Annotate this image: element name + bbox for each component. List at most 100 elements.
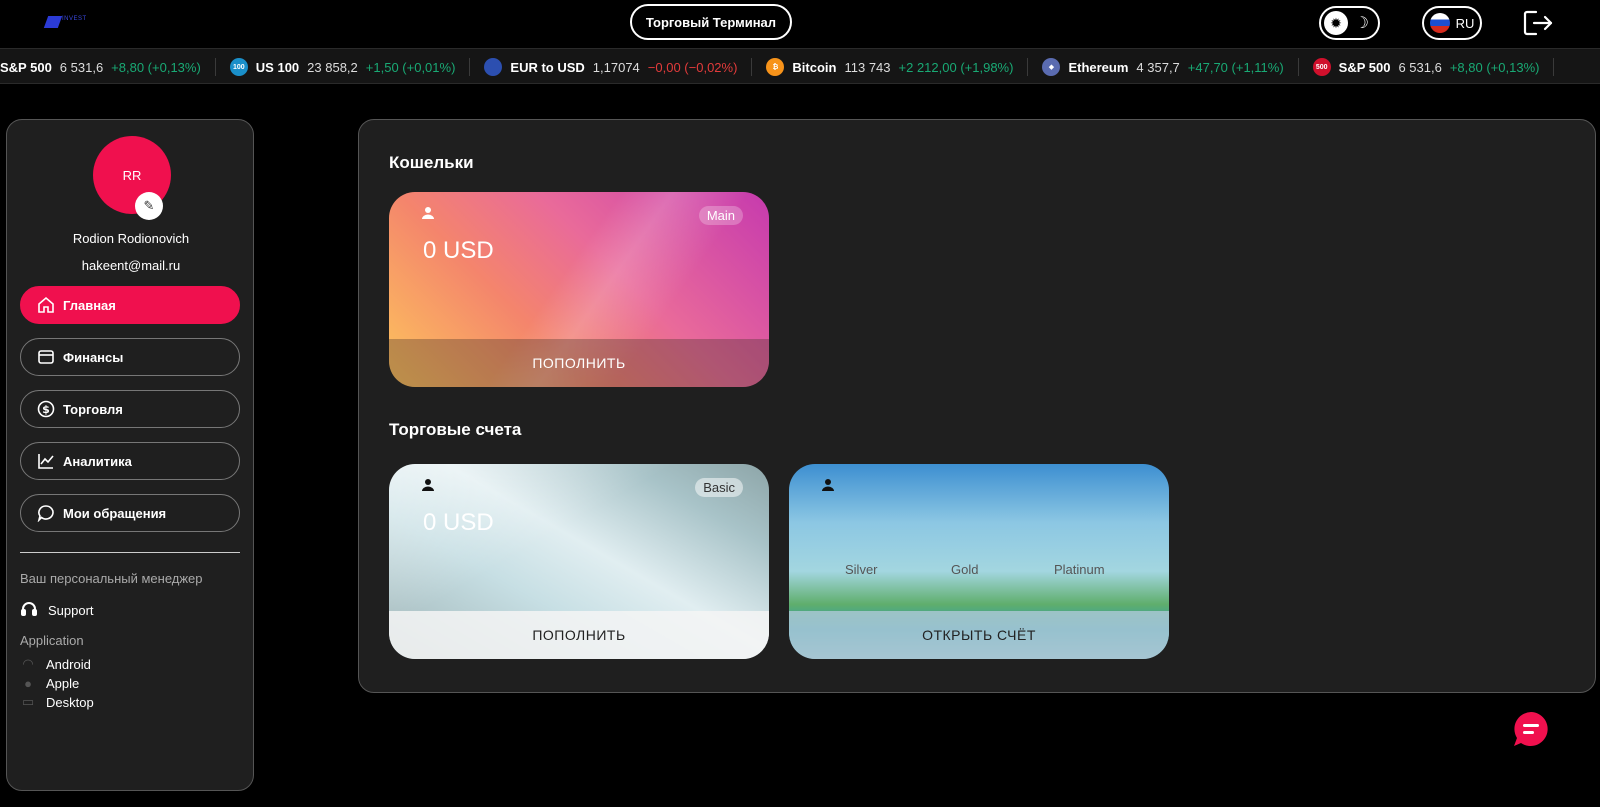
nav-label: Торговля — [63, 401, 123, 417]
asset-price: 113 743 — [844, 59, 891, 75]
basic-account-card[interactable]: Basic 0 USD ПОПОЛНИТЬ — [389, 464, 769, 659]
asset-name: Bitcoin — [792, 59, 837, 75]
home-icon — [37, 296, 55, 314]
android-icon: ◠ — [22, 656, 34, 671]
logo-text: INVEST — [62, 16, 87, 22]
nav-item-trading[interactable]: $ Торговля — [20, 390, 240, 428]
theme-toggle[interactable]: ✹ ☽ — [1319, 6, 1380, 40]
logout-button[interactable] — [1522, 9, 1554, 37]
account-badge: Basic — [695, 478, 743, 497]
russia-flag-icon — [1429, 13, 1450, 33]
asset-price: 6 531,6 — [59, 59, 104, 75]
sun-icon: ✹ — [1324, 11, 1348, 35]
tier-gold[interactable]: Gold — [951, 562, 978, 577]
asset-name: EUR to USD — [510, 59, 585, 75]
dollar-icon: $ — [37, 400, 55, 418]
chat-bubble-icon — [37, 504, 55, 522]
main-panel: Кошельки Main 0 USD ПОПОЛНИТЬ Торговые с… — [358, 119, 1596, 693]
nav-label: Финансы — [63, 349, 124, 365]
headset-icon — [20, 600, 38, 621]
asset-change: +2 212,00 (+1,98%) — [898, 59, 1014, 75]
android-link[interactable]: ◠ Android — [20, 656, 91, 672]
wallet-icon — [37, 348, 55, 366]
asset-name: S&P 500 — [1338, 59, 1391, 75]
app-label: Desktop — [46, 694, 94, 710]
deposit-button[interactable]: ПОПОЛНИТЬ — [389, 339, 769, 387]
ticker-item[interactable]: 500 S&P 500 6 531,6 +8,80 (+0,13%) — [1299, 58, 1555, 76]
nav-label: Аналитика — [63, 453, 132, 469]
user-name: Rodion Rodionovich — [72, 231, 190, 246]
logo[interactable]: INVEST — [43, 14, 92, 32]
divider — [20, 552, 240, 553]
nav-label: Мои обращения — [63, 505, 167, 521]
user-email: hakeent@mail.ru — [81, 258, 181, 273]
asset-icon: 100 — [229, 58, 248, 76]
asset-price: 4 357,7 — [1136, 59, 1180, 75]
logo-mark — [43, 16, 63, 28]
wallet-balance: 0 USD — [423, 237, 494, 264]
asset-change: −0,00 (−0,02%) — [647, 59, 738, 75]
ticker-item[interactable]: ₿ Bitcoin 113 743 +2 212,00 (+1,98%) — [752, 58, 1029, 76]
chat-icon — [1514, 712, 1548, 746]
asset-name: US 100 — [255, 59, 300, 75]
sidebar: RR ✎ Rodion Rodionovich hakeent@mail.ru … — [6, 119, 254, 791]
application-label: Application — [20, 633, 84, 648]
asset-change: +8,80 (+0,13%) — [1449, 59, 1540, 75]
app-label: Android — [46, 656, 91, 672]
market-ticker: S&P 500 6 531,6 +8,80 (+0,13%) 100 US 100 23 … — [0, 48, 1600, 84]
nav-item-finance[interactable]: Финансы — [20, 338, 240, 376]
asset-icon: ₿ — [766, 58, 785, 76]
trading-terminal-button[interactable]: Торговый Терминал — [630, 4, 792, 40]
support-link[interactable]: Support — [20, 600, 94, 621]
nav-item-home[interactable]: Главная — [20, 286, 240, 324]
pencil-icon: ✎ — [143, 198, 155, 213]
desktop-link[interactable]: ▭ Desktop — [20, 694, 94, 710]
open-account-button[interactable]: ОТКРЫТЬ СЧЁТ — [789, 611, 1169, 659]
moon-icon: ☽ — [1354, 15, 1369, 32]
asset-price: 1,17074 — [592, 59, 640, 75]
top-bar: INVEST Торговый Терминал ✹ ☽ RU — [0, 0, 1600, 46]
apple-link[interactable]: ● Apple — [20, 675, 79, 691]
chat-button[interactable] — [1512, 710, 1550, 748]
svg-text:$: $ — [42, 403, 50, 416]
asset-change: +1,50 (+0,01%) — [365, 59, 456, 75]
ticker-item[interactable]: S&P 500 6 531,6 +8,80 (+0,13%) — [0, 58, 216, 76]
account-balance: 0 USD — [423, 509, 494, 536]
nav-label: Главная — [63, 297, 116, 313]
apple-icon: ● — [24, 675, 32, 691]
ticker-item[interactable]: EUR to USD 1,17074 −0,00 (−0,02%) — [470, 58, 753, 76]
manager-label: Ваш персональный менеджер — [20, 571, 203, 586]
user-icon — [422, 479, 434, 491]
asset-price: 23 858,2 — [307, 59, 358, 75]
chart-icon — [37, 452, 55, 470]
ticker-item[interactable]: 100 US 100 23 858,2 +1,50 (+0,01%) — [216, 58, 471, 76]
asset-change: +47,70 (+1,11%) — [1187, 59, 1284, 75]
wallet-badge: Main — [698, 206, 743, 225]
asset-price: 6 531,6 — [1398, 59, 1442, 75]
user-icon — [822, 479, 834, 491]
main-wallet-card[interactable]: Main 0 USD ПОПОЛНИТЬ — [389, 192, 769, 387]
ticker-item[interactable]: ◆ Ethereum 4 357,7 +47,70 (+1,11%) — [1028, 58, 1299, 76]
tier-platinum[interactable]: Platinum — [1054, 562, 1105, 577]
desktop-icon: ▭ — [21, 694, 35, 709]
asset-icon: 500 — [1312, 58, 1331, 76]
asset-icon — [484, 58, 503, 76]
language-button[interactable]: RU — [1422, 6, 1482, 40]
trading-accounts-title: Торговые счета — [389, 420, 522, 439]
open-account-card[interactable]: Silver Gold Platinum ОТКРЫТЬ СЧЁТ — [789, 464, 1169, 659]
edit-avatar-button[interactable]: ✎ — [135, 192, 163, 220]
user-icon — [422, 207, 434, 219]
wallets-title: Кошельки — [389, 153, 474, 172]
tier-silver[interactable]: Silver — [845, 562, 878, 577]
deposit-button[interactable]: ПОПОЛНИТЬ — [389, 611, 769, 659]
asset-change: +8,80 (+0,13%) — [111, 59, 201, 75]
asset-name: S&P 500 — [0, 59, 52, 75]
app-label: Apple — [46, 675, 80, 691]
nav-item-analytics[interactable]: Аналитика — [20, 442, 240, 480]
nav-item-requests[interactable]: Мои обращения — [20, 494, 240, 532]
asset-icon: ◆ — [1042, 58, 1061, 76]
support-label: Support — [48, 603, 94, 618]
logout-icon — [1523, 10, 1553, 36]
language-label: RU — [1455, 15, 1475, 31]
asset-name: Ethereum — [1068, 59, 1129, 75]
